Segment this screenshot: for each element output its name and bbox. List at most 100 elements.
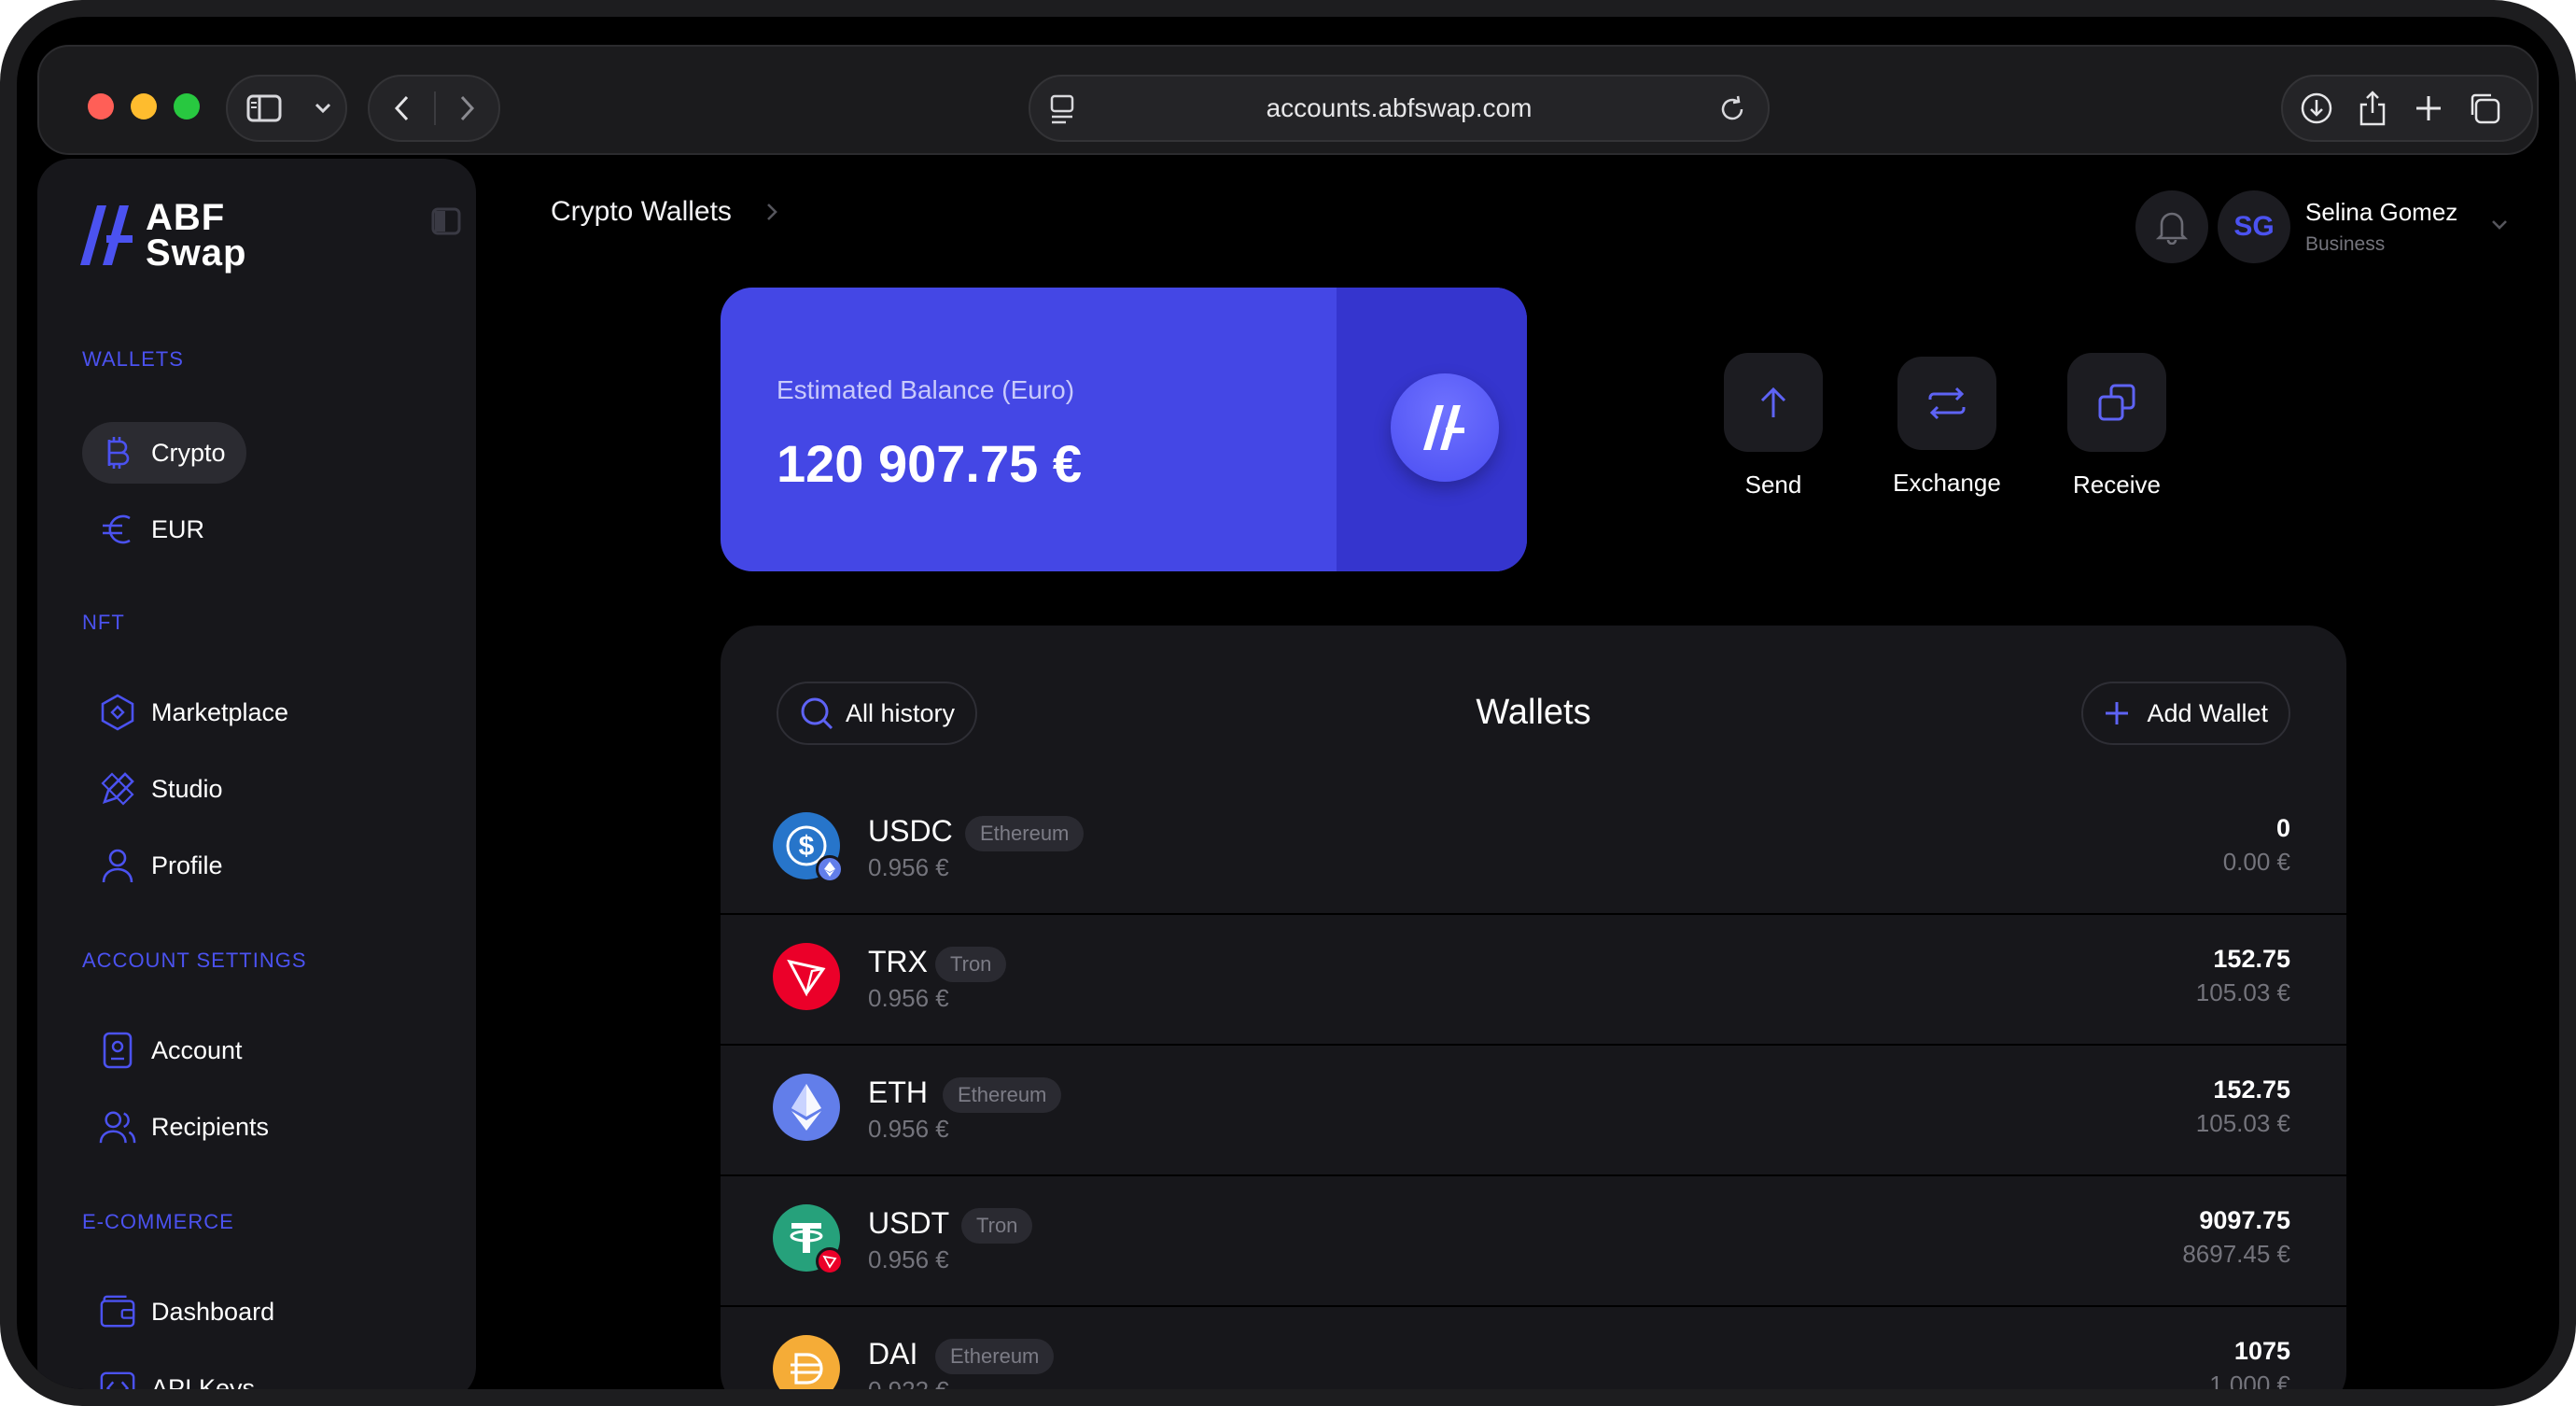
svg-text:$: $	[799, 831, 815, 862]
id-card-icon	[99, 1032, 136, 1069]
exchange-action[interactable]: Exchange	[1872, 357, 2022, 498]
coin-amount: 1075	[2233, 1337, 2290, 1365]
plus-icon	[2106, 702, 2129, 724]
minimize-window-button[interactable]	[131, 93, 157, 120]
download-icon[interactable]	[2289, 80, 2345, 136]
sidebar-item-label: Recipients	[151, 1112, 270, 1141]
back-arrow-icon[interactable]	[370, 77, 434, 140]
sidebar-toggle-icon[interactable]	[228, 77, 301, 140]
network-badge: Ethereum	[943, 1077, 1062, 1113]
sidebar-collapse-icon[interactable]	[431, 207, 461, 240]
tether-coin-icon	[773, 1204, 844, 1275]
tron-coin-icon	[773, 943, 840, 1010]
usdc-coin-icon: $	[773, 812, 844, 883]
reload-icon[interactable]	[1719, 93, 1747, 128]
chevron-right-icon	[767, 204, 777, 220]
coin-amount: 9097.75	[2199, 1206, 2290, 1234]
chevron-down-icon[interactable]	[2490, 218, 2509, 236]
breadcrumb: Crypto Wallets	[551, 196, 778, 228]
balance-label: Estimated Balance (Euro)	[777, 375, 1075, 404]
sidebar-item-label: Studio	[151, 774, 223, 803]
network-badge: Ethereum	[935, 1339, 1055, 1374]
coin-eur-value: 105.03 €	[2195, 1109, 2290, 1137]
brand-line-2: Swap	[146, 232, 247, 274]
exchange-button[interactable]	[1897, 357, 1996, 450]
sidebar: ABF Swap WALLETS Crypto EUR NFT Marketpl…	[37, 159, 476, 1389]
forward-arrow-icon[interactable]	[436, 77, 498, 140]
coin-amount: 0	[2275, 814, 2290, 842]
coin-price: 0.956 €	[868, 1115, 949, 1143]
bell-icon	[2156, 212, 2188, 245]
sidebar-item-label: Profile	[151, 851, 223, 879]
pencil-ruler-icon	[99, 770, 136, 808]
sidebar-item-label: EUR	[151, 514, 205, 543]
brand-name: ABF Swap	[146, 197, 247, 274]
network-badge: Tron	[961, 1208, 1033, 1244]
sidebar-item-eur[interactable]: EUR	[82, 499, 225, 560]
sidebar-item-marketplace[interactable]: Marketplace	[82, 682, 309, 743]
avatar[interactable]: SG	[2218, 190, 2290, 263]
sidebar-item-profile[interactable]: Profile	[82, 835, 244, 896]
copy-icon	[2098, 384, 2135, 421]
receive-label: Receive	[2073, 471, 2161, 499]
coin-symbol: ETH	[868, 1076, 928, 1109]
code-icon	[99, 1370, 136, 1389]
wallet-row-dai[interactable]: DAI Ethereum 0.922 € 1075 1 000 €	[721, 1309, 2346, 1389]
address-bar[interactable]: accounts.abfswap.com	[1029, 75, 1770, 142]
sidebar-item-account[interactable]: Account	[82, 1019, 263, 1081]
brand-logo[interactable]: ABF Swap	[78, 197, 247, 274]
chevron-down-icon[interactable]	[301, 77, 345, 140]
coin-symbol: USDT	[868, 1206, 950, 1240]
coin-eur-value: 8697.45 €	[2182, 1240, 2290, 1268]
section-title-nft: NFT	[82, 611, 125, 634]
page-menu-icon[interactable]	[1049, 93, 1077, 130]
coin-amount: 152.75	[2213, 1076, 2290, 1104]
sidebar-item-dashboard[interactable]: Dashboard	[82, 1281, 295, 1343]
network-badge: Tron	[935, 947, 1007, 982]
wallet-row-usdt[interactable]: USDT Tron 0.956 € 9097.75 8697.45 €	[721, 1178, 2346, 1307]
wallet-row-eth[interactable]: ETH Ethereum 0.956 € 152.75 105.03 €	[721, 1047, 2346, 1176]
sidebar-toggle-group	[226, 75, 347, 142]
history-nav-group	[368, 75, 500, 142]
coin-symbol: DAI	[868, 1337, 918, 1371]
sidebar-item-crypto[interactable]: Crypto	[82, 422, 246, 484]
coin-eur-value: 0.00 €	[2222, 848, 2290, 876]
hexagon-icon	[99, 694, 136, 731]
users-icon	[99, 1108, 136, 1146]
browser-actions	[2281, 75, 2533, 142]
dai-coin-icon	[773, 1335, 840, 1389]
url-text: accounts.abfswap.com	[1266, 93, 1533, 122]
page-title[interactable]: Crypto Wallets	[551, 196, 732, 228]
receive-button[interactable]	[2067, 353, 2166, 452]
new-tab-icon[interactable]	[2401, 80, 2457, 136]
coin-price: 0.956 €	[868, 1245, 949, 1273]
send-button[interactable]	[1724, 353, 1823, 452]
zoom-window-button[interactable]	[174, 93, 200, 120]
add-wallet-button[interactable]: Add Wallet	[2081, 682, 2290, 745]
close-window-button[interactable]	[88, 93, 114, 120]
browser-toolbar: accounts.abfswap.com	[37, 45, 2539, 155]
wallet-row-usdc[interactable]: $ USDC Ethereum 0.956 € 0 0.00 €	[721, 786, 2346, 915]
user-name[interactable]: Selina Gomez	[2305, 198, 2457, 227]
sidebar-item-label: Marketplace	[151, 697, 289, 726]
sidebar-item-studio[interactable]: Studio	[82, 758, 244, 820]
euro-icon	[99, 511, 136, 548]
notifications-button[interactable]	[2135, 190, 2208, 263]
coin-symbol: USDC	[868, 814, 953, 848]
brand-line-1: ABF	[146, 197, 226, 238]
ethereum-badge-icon	[816, 855, 844, 883]
bitcoin-icon	[99, 434, 136, 471]
receive-action[interactable]: Receive	[2042, 353, 2191, 499]
sidebar-item-api-keys[interactable]: API Keys	[82, 1357, 275, 1389]
add-wallet-label: Add Wallet	[2147, 698, 2268, 727]
share-icon[interactable]	[2345, 80, 2401, 136]
section-title-account-settings: ACCOUNT SETTINGS	[82, 949, 307, 972]
coin-symbol: TRX	[868, 945, 928, 978]
coin-price: 0.922 €	[868, 1376, 949, 1389]
sidebar-item-label: Crypto	[151, 438, 226, 467]
wallet-row-trx[interactable]: TRX Tron 0.956 € 152.75 105.03 €	[721, 917, 2346, 1046]
send-action[interactable]: Send	[1699, 353, 1848, 499]
sidebar-item-recipients[interactable]: Recipients	[82, 1096, 289, 1158]
tabs-overview-icon[interactable]	[2457, 80, 2513, 136]
coin-amount: 152.75	[2213, 945, 2290, 973]
